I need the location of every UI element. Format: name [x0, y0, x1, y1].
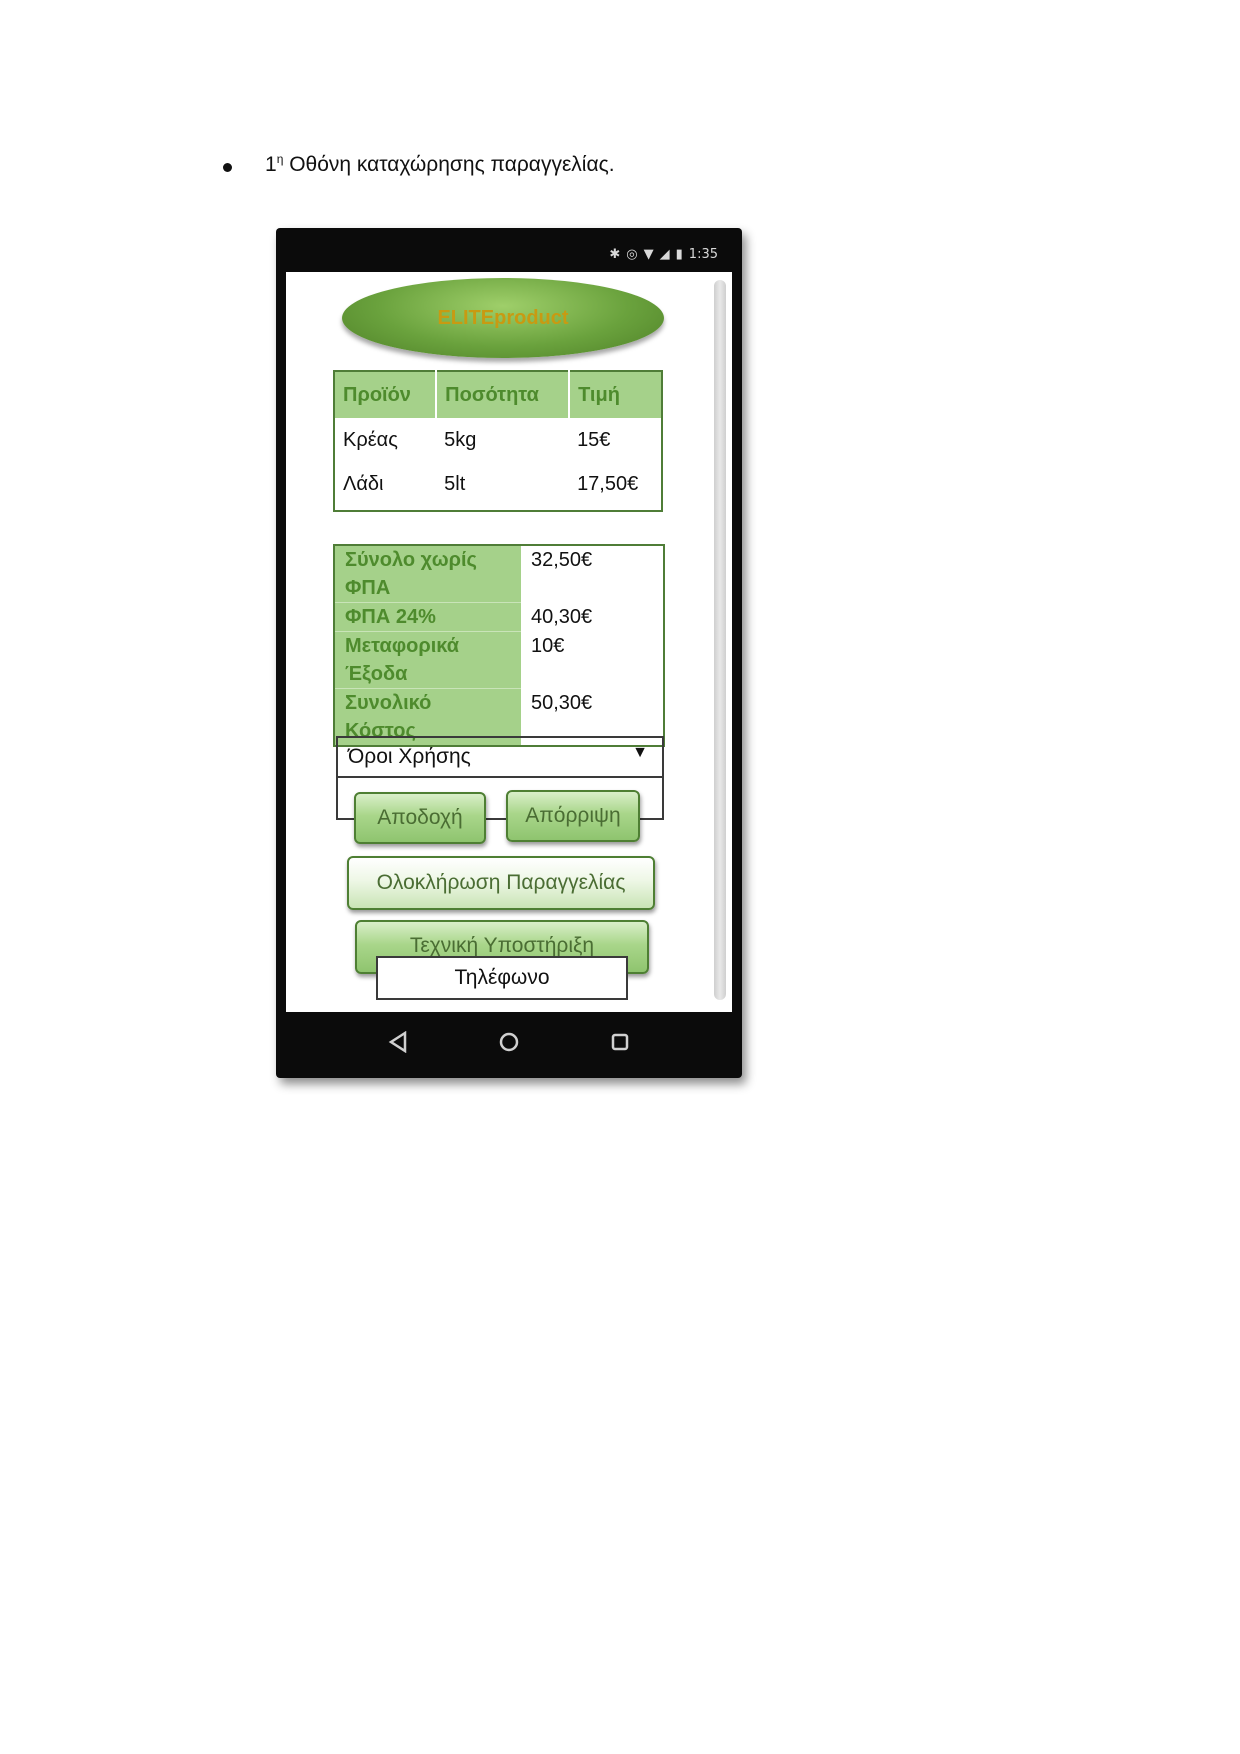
subtotal-value: 32,50€ [531, 549, 593, 571]
app-screen: ELITEproduct Προϊόν Ποσότητα Τιμή Κρέας … [286, 272, 732, 1012]
totals-row-subtotal: Σύνολο χωρίς ΦΠΑ 32,50€ [334, 545, 664, 603]
products-header-row: Προϊόν Ποσότητα Τιμή [334, 371, 662, 418]
shipping-label: Μεταφορικά Έξοδα [334, 631, 521, 689]
bluetooth-icon: ✱ [609, 246, 621, 262]
totals-row-shipping: Μεταφορικά Έξοδα 10€ [334, 631, 664, 689]
product-price: 17,50€ [577, 472, 639, 495]
totals-row-vat: ΦΠΑ 24% 40,30€ [334, 602, 664, 632]
product-quantity: 5lt [444, 472, 466, 495]
complete-order-button[interactable]: Ολοκλήρωση Παραγγελίας [347, 856, 655, 910]
alarm-icon: ◎ [626, 246, 638, 262]
product-name: Κρέας [343, 428, 398, 451]
phone-field[interactable]: Τηλέφωνο [376, 956, 628, 1000]
status-bar: ✱ ◎ ▼ ◢ ▮ 1:35 [286, 236, 732, 272]
vat-label: ΦΠΑ 24% [334, 602, 521, 632]
dropdown-arrow-icon: ▼ [632, 744, 648, 761]
signal-icon: ◢ [659, 246, 670, 262]
table-row: Κρέας 5kg 15€ [334, 418, 662, 462]
vat-value: 40,30€ [531, 605, 593, 628]
app-logo: ELITEproduct [342, 278, 664, 358]
product-price: 15€ [577, 428, 611, 451]
status-time: 1:35 [688, 246, 718, 262]
products-table: Προϊόν Ποσότητα Τιμή Κρέας 5kg 15€ Λάδι … [333, 370, 663, 512]
bullet-text: 1η Οθόνη καταχώρησης παραγγελίας. [265, 152, 615, 176]
back-icon[interactable] [387, 1031, 409, 1053]
product-name: Λάδι [343, 472, 384, 495]
recents-icon[interactable] [609, 1031, 631, 1053]
terms-label: Όροι Χρήσης [348, 745, 471, 768]
column-header-price: Τιμή [568, 371, 662, 418]
reject-button[interactable]: Απόρριψη [506, 790, 640, 842]
battery-icon: ▮ [675, 246, 683, 262]
wifi-icon: ▼ [643, 246, 654, 262]
accept-button[interactable]: Αποδοχή [354, 792, 486, 844]
column-header-quantity: Ποσότητα [435, 371, 570, 418]
column-header-product: Προϊόν [334, 371, 437, 418]
subtotal-label: Σύνολο χωρίς ΦΠΑ [334, 545, 521, 603]
shipping-value: 10€ [531, 634, 565, 657]
terms-dropdown[interactable]: Όροι Χρήσης ▼ [336, 736, 664, 778]
bullet-icon [223, 163, 232, 172]
product-quantity: 5kg [444, 428, 477, 451]
nav-bar [286, 1018, 732, 1066]
home-icon[interactable] [498, 1031, 520, 1053]
phone-frame: ✱ ◎ ▼ ◢ ▮ 1:35 ELITEproduct Προϊόν Ποσότ… [276, 228, 742, 1078]
scrollbar[interactable] [714, 280, 726, 1000]
table-row: Λάδι 5lt 17,50€ [334, 462, 662, 511]
bullet-line: 1η Οθόνη καταχώρησης παραγγελίας. [223, 152, 615, 177]
totals-table: Σύνολο χωρίς ΦΠΑ 32,50€ ΦΠΑ 24% 40,30€ Με… [333, 544, 665, 747]
